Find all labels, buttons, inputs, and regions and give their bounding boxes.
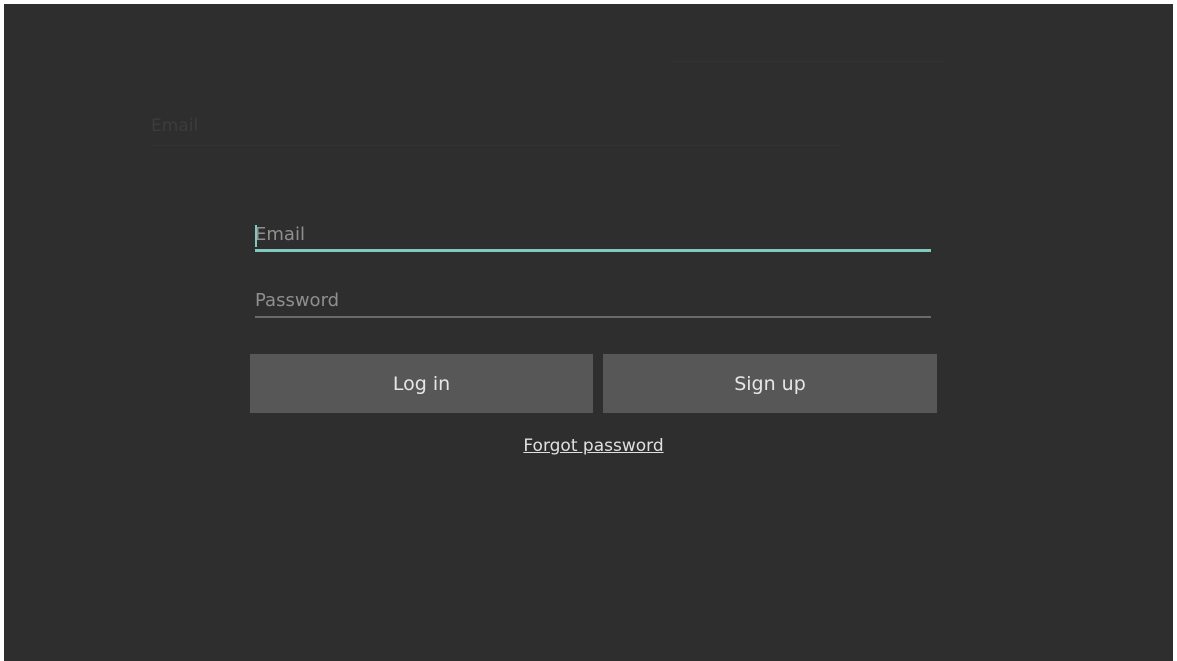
text-cursor xyxy=(255,225,257,247)
email-placeholder: Email xyxy=(255,224,305,245)
forgot-password-link[interactable]: Forgot password xyxy=(250,436,937,456)
background-field-underline xyxy=(151,145,841,146)
email-field-underline xyxy=(255,249,931,252)
login-screen: Email Email Password Log in Sign up Forg… xyxy=(4,4,1173,661)
email-field[interactable]: Email xyxy=(255,218,931,252)
password-placeholder: Password xyxy=(255,290,340,311)
signup-button[interactable]: Sign up xyxy=(603,354,937,413)
password-field[interactable]: Password xyxy=(255,284,931,318)
password-field-underline xyxy=(255,316,931,318)
login-button[interactable]: Log in xyxy=(250,354,593,413)
background-divider xyxy=(672,61,944,62)
background-email-label: Email xyxy=(151,116,199,136)
